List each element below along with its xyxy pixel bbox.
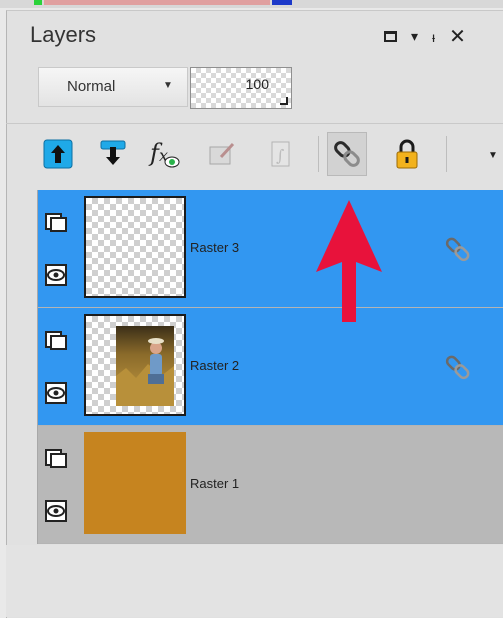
edit-mask-icon: [209, 142, 235, 165]
visibility-eye-icon[interactable]: [43, 500, 69, 522]
layer-list: Raster 3 Raster 2 Raster 1: [37, 190, 503, 544]
layer-name: Raster 1: [190, 476, 240, 491]
svg-text:∫: ∫: [276, 146, 284, 165]
move-layer-up-button[interactable]: [38, 132, 78, 176]
resize-grip-icon: [280, 97, 288, 105]
red-indicator: [44, 0, 270, 5]
layer-row[interactable]: Raster 3: [38, 190, 503, 308]
layer-row[interactable]: Raster 2: [38, 308, 503, 426]
panel-menu-icon[interactable]: ▾: [411, 28, 418, 45]
link-icon: [445, 355, 470, 380]
layer-group-icon[interactable]: [43, 330, 69, 352]
layer-thumbnail: [84, 432, 186, 534]
toolbar-overflow-icon[interactable]: ▼: [488, 150, 498, 161]
window-controls: ▾ ᵻ ✕: [384, 27, 466, 47]
lock-icon: [396, 139, 418, 169]
blend-mode-dropdown[interactable]: Normal ▼: [38, 67, 188, 107]
layer-thumbnail: [84, 314, 186, 416]
opacity-field[interactable]: 100: [190, 67, 292, 109]
script-icon: ∫: [271, 141, 290, 167]
pin-icon[interactable]: ᵻ: [432, 29, 435, 45]
move-layer-down-button[interactable]: [93, 132, 133, 176]
green-indicator: [34, 0, 42, 5]
link-icon: [334, 141, 360, 167]
toolbar-divider: [446, 136, 447, 172]
visibility-eye-icon[interactable]: [43, 264, 69, 286]
link-icon: [445, 237, 470, 262]
visibility-eye-icon[interactable]: [43, 382, 69, 404]
move-down-icon: [100, 140, 126, 165]
lock-button[interactable]: [387, 132, 427, 176]
layer-group-icon[interactable]: [43, 212, 69, 234]
move-up-icon: [43, 139, 73, 169]
layer-name: Raster 2: [190, 358, 240, 373]
divider: [6, 123, 503, 124]
layer-thumbnail: [84, 196, 186, 298]
annotation-arrow-icon: [316, 200, 382, 322]
close-icon[interactable]: ✕: [449, 27, 466, 47]
restore-icon[interactable]: [384, 31, 397, 42]
panel-footer: [6, 545, 503, 617]
layer-row[interactable]: Raster 1: [38, 426, 503, 544]
layer-effects-button[interactable]: f x: [145, 132, 185, 176]
fx-eye-icon: f x: [148, 139, 180, 168]
layer-name: Raster 3: [190, 240, 240, 255]
link-layers-button[interactable]: [327, 132, 367, 176]
edit-mask-button[interactable]: [202, 132, 242, 176]
top-strip: [0, 0, 503, 8]
blue-indicator: [272, 0, 292, 5]
photo-thumbnail: [116, 326, 174, 406]
layer-group-icon[interactable]: [43, 448, 69, 470]
opacity-value: 100: [245, 76, 269, 92]
panel-title: Layers: [30, 22, 97, 47]
chevron-down-icon: ▼: [163, 80, 173, 91]
blend-mode-value: Normal: [67, 78, 116, 95]
script-button[interactable]: ∫: [260, 132, 300, 176]
toolbar-divider: [318, 136, 319, 172]
